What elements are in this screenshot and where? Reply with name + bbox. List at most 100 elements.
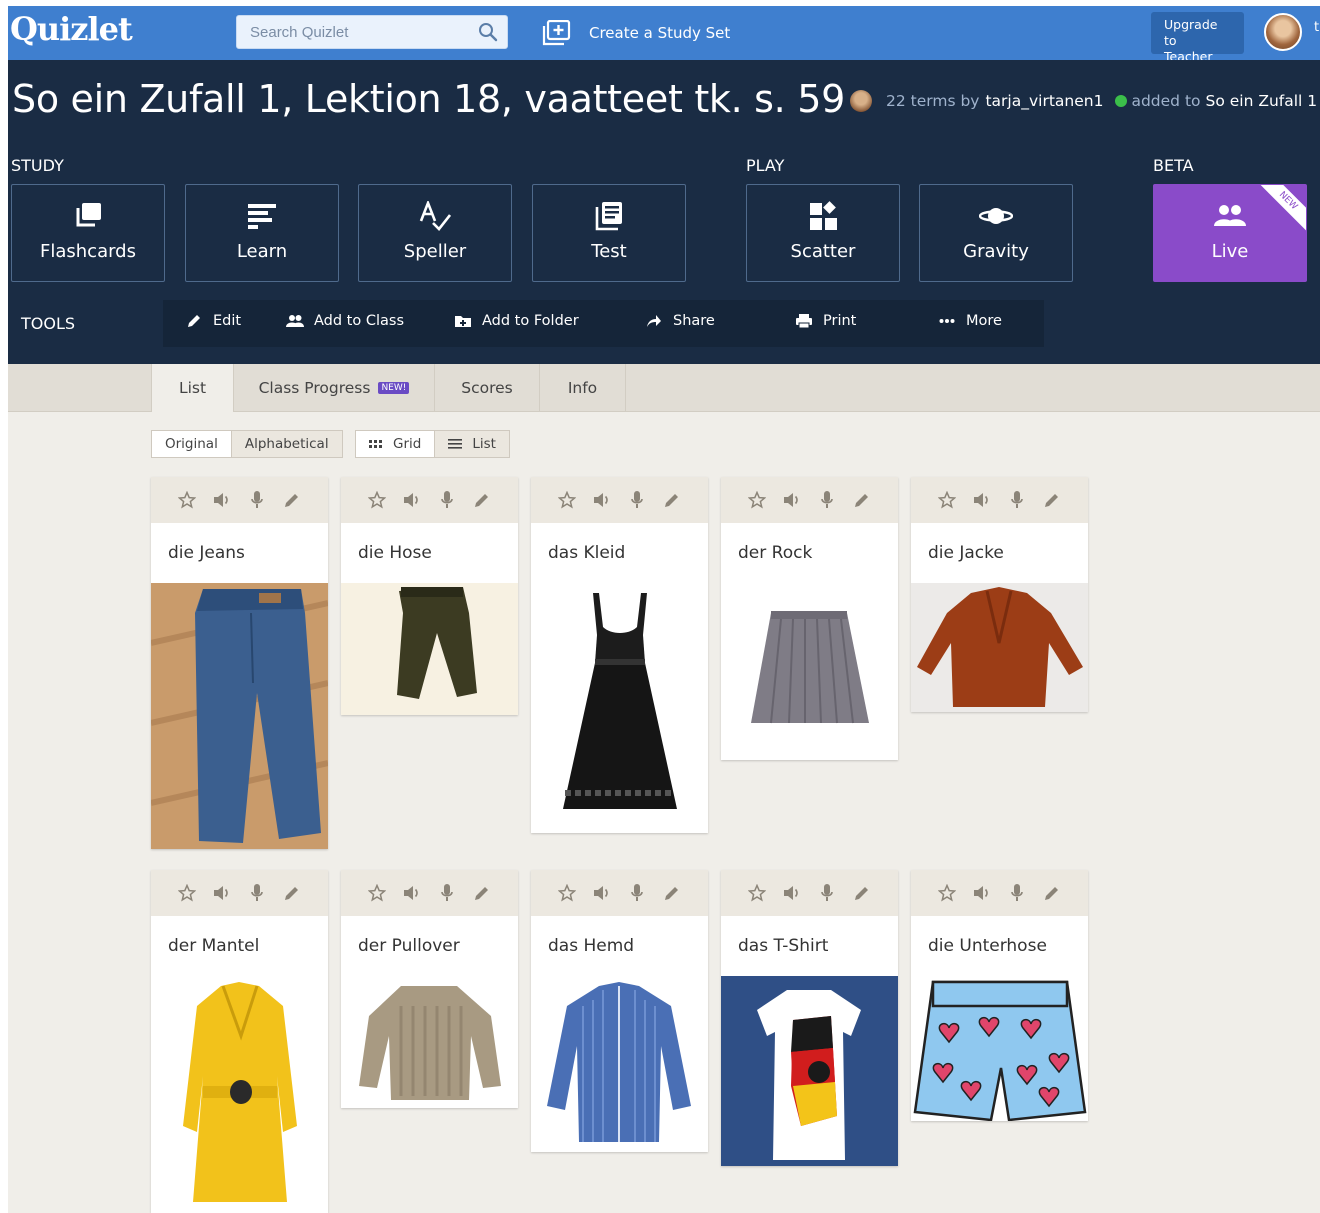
card-actions <box>721 870 898 916</box>
term-word: die Jacke <box>928 543 1004 563</box>
tab-list[interactable]: List <box>151 364 234 412</box>
star-icon[interactable] <box>937 883 957 903</box>
star-icon[interactable] <box>557 490 577 510</box>
pencil-icon <box>185 313 203 329</box>
card-actions <box>531 477 708 523</box>
audio-icon[interactable] <box>592 490 612 510</box>
star-icon[interactable] <box>557 883 577 903</box>
mode-live[interactable]: NEW Live <box>1153 184 1307 282</box>
create-study-set-link[interactable]: Create a Study Set <box>542 18 730 48</box>
username-fragment: t <box>1314 20 1320 35</box>
tab-scores[interactable]: Scores <box>435 364 540 412</box>
term-word: der Mantel <box>168 936 260 956</box>
tool-add-to-folder[interactable]: Add to Folder <box>454 313 579 329</box>
microphone-icon[interactable] <box>1007 883 1027 903</box>
star-icon[interactable] <box>747 883 767 903</box>
tool-print[interactable]: Print <box>795 313 856 329</box>
audio-icon[interactable] <box>212 883 232 903</box>
pencil-icon[interactable] <box>852 490 872 510</box>
pencil-icon[interactable] <box>662 883 682 903</box>
pencil-icon[interactable] <box>472 883 492 903</box>
card-actions <box>341 870 518 916</box>
tool-edit[interactable]: Edit <box>185 313 241 329</box>
tab-label: Class Progress <box>258 379 371 397</box>
mode-test[interactable]: Test <box>532 184 686 282</box>
mode-flashcards[interactable]: Flashcards <box>11 184 165 282</box>
people-icon <box>286 313 304 329</box>
mode-label: Scatter <box>790 241 856 262</box>
search-box[interactable] <box>236 15 508 49</box>
pencil-icon[interactable] <box>852 883 872 903</box>
user-avatar[interactable] <box>1264 13 1302 51</box>
tool-label: Print <box>823 313 857 329</box>
microphone-icon[interactable] <box>247 490 267 510</box>
set-header: So ein Zufall 1, Lektion 18, vaatteet tk… <box>8 60 1320 364</box>
term-card: das Hemd <box>531 870 708 1152</box>
term-card: das T-Shirt <box>721 870 898 1166</box>
tool-label: Add to Class <box>314 313 404 329</box>
audio-icon[interactable] <box>972 883 992 903</box>
tool-share[interactable]: Share <box>645 313 715 329</box>
set-meta: 22 terms by tarja_virtanen1 added to So … <box>850 90 1317 112</box>
upgrade-button[interactable]: Upgrade to Teacher <box>1151 12 1244 64</box>
pencil-icon[interactable] <box>472 490 492 510</box>
audio-icon[interactable] <box>592 883 612 903</box>
microphone-icon[interactable] <box>627 490 647 510</box>
microphone-icon[interactable] <box>247 883 267 903</box>
sort-original[interactable]: Original <box>152 431 232 457</box>
pencil-icon[interactable] <box>1042 883 1062 903</box>
tab-class-progress[interactable]: Class Progress NEW! <box>234 364 435 412</box>
view-grid[interactable]: Grid <box>356 431 436 457</box>
microphone-icon[interactable] <box>817 490 837 510</box>
star-icon[interactable] <box>177 490 197 510</box>
star-icon[interactable] <box>367 883 387 903</box>
microphone-icon[interactable] <box>437 883 457 903</box>
quizlet-logo[interactable]: Quizlet <box>10 10 133 48</box>
term-word: die Unterhose <box>928 936 1047 956</box>
audio-icon[interactable] <box>212 490 232 510</box>
star-icon[interactable] <box>367 490 387 510</box>
author-link[interactable]: tarja_virtanen1 <box>985 92 1103 110</box>
tool-add-to-class[interactable]: Add to Class <box>286 313 404 329</box>
audio-icon[interactable] <box>972 490 992 510</box>
microphone-icon[interactable] <box>627 883 647 903</box>
card-actions <box>151 477 328 523</box>
audio-icon[interactable] <box>402 490 422 510</box>
play-heading: PLAY <box>746 156 785 175</box>
audio-icon[interactable] <box>782 883 802 903</box>
sort-toggle: Original Alphabetical <box>151 430 343 458</box>
sort-alphabetical[interactable]: Alphabetical <box>231 431 342 457</box>
term-word: das Kleid <box>548 543 626 563</box>
star-icon[interactable] <box>937 490 957 510</box>
pencil-icon[interactable] <box>662 490 682 510</box>
pencil-icon[interactable] <box>1042 490 1062 510</box>
mode-gravity[interactable]: Gravity <box>919 184 1073 282</box>
microphone-icon[interactable] <box>437 490 457 510</box>
term-card: die Hose <box>341 477 518 715</box>
tool-label: Edit <box>213 313 242 329</box>
print-icon <box>795 313 813 329</box>
audio-icon[interactable] <box>402 883 422 903</box>
search-icon[interactable] <box>478 22 498 42</box>
star-icon[interactable] <box>177 883 197 903</box>
folder-link[interactable]: So ein Zufall 1 <box>1206 92 1318 110</box>
top-nav: Quizlet Create a Study Set Upgrade to Te… <box>8 6 1320 64</box>
search-input[interactable] <box>237 16 467 48</box>
author-avatar[interactable] <box>850 90 872 112</box>
pencil-icon[interactable] <box>282 490 302 510</box>
tool-more[interactable]: More <box>938 313 1002 329</box>
audio-icon[interactable] <box>782 490 802 510</box>
microphone-icon[interactable] <box>817 883 837 903</box>
create-study-set-label: Create a Study Set <box>589 24 731 42</box>
mode-learn[interactable]: Learn <box>185 184 339 282</box>
view-list[interactable]: List <box>435 431 509 457</box>
card-actions <box>721 477 898 523</box>
mode-speller[interactable]: Speller <box>358 184 512 282</box>
view-toggle: Grid List <box>355 430 510 458</box>
folder-icon <box>454 313 472 329</box>
tab-info[interactable]: Info <box>540 364 626 412</box>
star-icon[interactable] <box>747 490 767 510</box>
mode-scatter[interactable]: Scatter <box>746 184 900 282</box>
microphone-icon[interactable] <box>1007 490 1027 510</box>
pencil-icon[interactable] <box>282 883 302 903</box>
